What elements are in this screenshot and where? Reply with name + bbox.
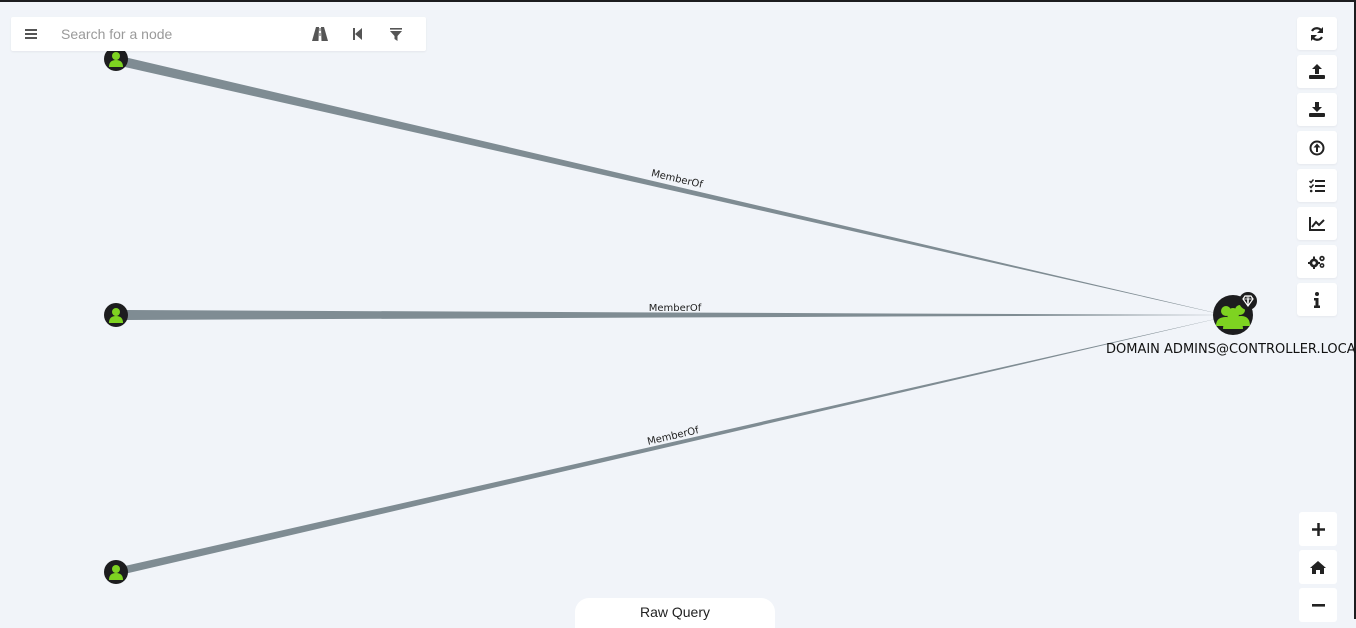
high-value-diamond-icon <box>1239 292 1257 310</box>
cogs-icon <box>1308 255 1325 269</box>
about-button[interactable] <box>1297 283 1337 316</box>
menu-icon[interactable] <box>11 17 51 51</box>
edge-3[interactable]: MemberOf <box>116 315 1233 576</box>
arrow-circle-up-icon <box>1309 140 1325 155</box>
zoom-in-button[interactable] <box>1299 512 1337 546</box>
edge-2[interactable]: MemberOf <box>116 303 1233 320</box>
minus-icon <box>1311 603 1325 607</box>
zoom-controls <box>1299 512 1337 622</box>
raw-query-button[interactable]: Raw Query <box>575 598 775 628</box>
settings-button[interactable] <box>1297 245 1337 278</box>
stats-button[interactable] <box>1297 207 1337 240</box>
edge-line <box>116 55 1233 317</box>
tasks-icon <box>1309 178 1325 192</box>
graph-canvas[interactable]: MemberOf MemberOf MemberOf DOMAIN ADMINS… <box>0 2 1356 621</box>
reset-view-button[interactable] <box>1299 550 1337 584</box>
user-node[interactable] <box>104 303 128 327</box>
import-button[interactable] <box>1297 131 1337 164</box>
chart-icon <box>1309 216 1325 231</box>
group-node-label: DOMAIN ADMINS@CONTROLLER.LOCAL <box>1106 342 1356 357</box>
upload-icon <box>1309 64 1325 79</box>
user-node[interactable] <box>104 560 128 584</box>
queue-button[interactable] <box>1297 169 1337 202</box>
edge-label: MemberOf <box>649 303 702 314</box>
search-bar <box>11 17 426 51</box>
group-node[interactable] <box>1213 292 1257 335</box>
download-button[interactable] <box>1297 93 1337 126</box>
back-icon[interactable] <box>339 17 377 51</box>
edge-1[interactable]: MemberOf <box>116 55 1233 317</box>
pathfinding-road-icon[interactable] <box>301 17 339 51</box>
zoom-out-button[interactable] <box>1299 588 1337 622</box>
search-input[interactable] <box>51 19 301 49</box>
right-toolbar <box>1297 17 1337 316</box>
refresh-icon <box>1310 26 1324 41</box>
refresh-button[interactable] <box>1297 17 1337 50</box>
download-icon <box>1309 102 1325 117</box>
plus-icon <box>1311 522 1325 536</box>
info-icon <box>1314 291 1320 308</box>
edge-line <box>116 315 1233 576</box>
filter-icon[interactable] <box>377 17 415 51</box>
home-icon <box>1310 560 1326 574</box>
upload-button[interactable] <box>1297 55 1337 88</box>
